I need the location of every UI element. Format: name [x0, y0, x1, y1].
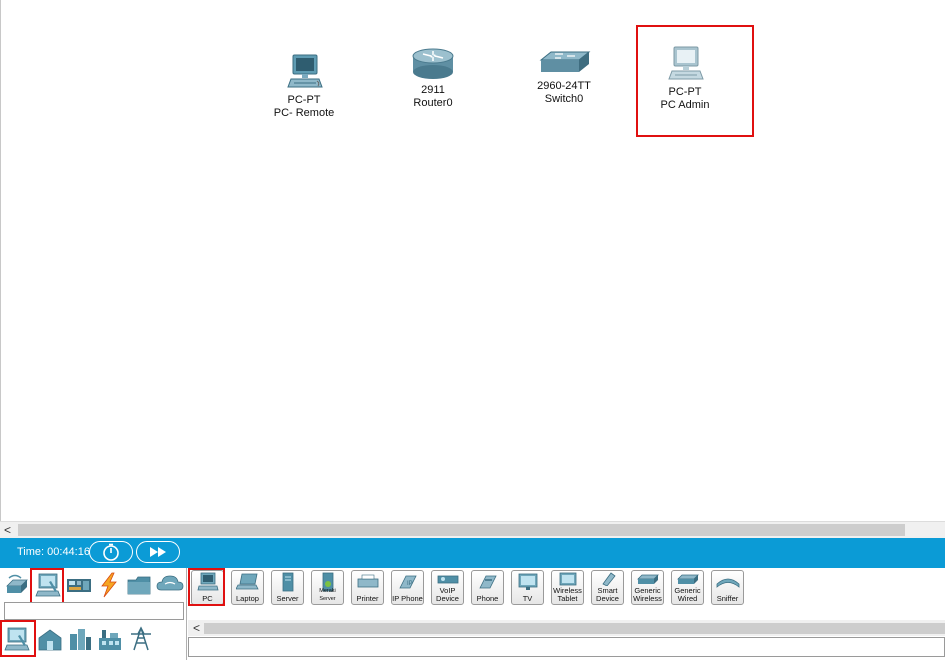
- subcategory-selection-highlight: [0, 620, 36, 657]
- scroll-left-icon[interactable]: <: [193, 620, 200, 636]
- laptop-icon: [235, 573, 259, 590]
- device-pc-remote[interactable]: PC-PT PC- Remote: [269, 52, 339, 120]
- category-components[interactable]: [66, 572, 92, 598]
- svg-text:IP: IP: [407, 581, 413, 587]
- device-type-generic-wired[interactable]: Generic Wired: [671, 570, 704, 605]
- device-type-label: Smart Device: [596, 586, 619, 603]
- connections-icon: [101, 572, 117, 598]
- fast-forward-button[interactable]: [136, 541, 180, 563]
- device-type-label: Server: [276, 594, 299, 603]
- generic-wireless-icon: [636, 574, 659, 584]
- subcategory-smart-city[interactable]: [67, 626, 93, 652]
- components-icon: [67, 579, 91, 592]
- device-switch0[interactable]: 2960-24TT Switch0: [531, 50, 597, 106]
- home-icon: [38, 629, 62, 651]
- phone-icon: [478, 575, 497, 589]
- power-grid-icon: [131, 626, 151, 651]
- device-model-label: PC-PT: [287, 94, 321, 106]
- scrollbar-thumb[interactable]: [18, 524, 905, 536]
- network-devices-icon: [6, 574, 28, 593]
- device-type-label: Phone: [476, 594, 499, 603]
- device-type-voip-device[interactable]: VoIP Device: [431, 570, 464, 605]
- device-type-label: Wireless Tablet: [553, 586, 582, 603]
- sniffer-icon: [716, 578, 739, 588]
- device-name-label: Switch0: [544, 93, 584, 105]
- device-type-label: IP Phone: [392, 594, 423, 603]
- subcategory-power-grid[interactable]: [128, 626, 154, 652]
- subcategory-industrial[interactable]: [97, 626, 123, 652]
- device-type-server[interactable]: Server: [271, 570, 304, 605]
- voip-device-icon: [437, 575, 458, 584]
- miscellaneous-icon: [127, 576, 151, 595]
- device-selection-panel: PC Laptop Server Meraki Server Printer I…: [0, 568, 945, 660]
- device-type-wireless-tablet[interactable]: Wireless Tablet: [551, 570, 584, 605]
- device-model-label: 2911: [421, 84, 445, 96]
- category-connections[interactable]: [96, 572, 122, 598]
- device-type-label: Generic Wireless: [633, 586, 662, 603]
- device-palette-scrollbar[interactable]: <: [188, 620, 945, 636]
- realtime-bar: Time: 00:44:16: [0, 538, 945, 568]
- stopwatch-icon: [103, 543, 119, 561]
- server-icon: [282, 572, 293, 592]
- device-type-laptop[interactable]: Laptop: [231, 570, 264, 605]
- smart-device-icon: [601, 572, 616, 586]
- category-miscellaneous[interactable]: [126, 572, 152, 598]
- device-type-label: Printer: [356, 594, 379, 603]
- multiuser-icon: [156, 575, 184, 591]
- industrial-icon: [99, 630, 121, 650]
- device-type-label: Laptop: [236, 594, 259, 603]
- device-type-label: Meraki Server: [319, 588, 336, 602]
- device-type-label: TV: [522, 594, 533, 603]
- device-model-label: 2960-24TT: [537, 80, 591, 92]
- device-type-ip-phone[interactable]: IP IP Phone: [391, 570, 424, 605]
- selection-highlight: [636, 25, 754, 137]
- pc-icon: [287, 54, 323, 88]
- router-icon: [412, 48, 454, 79]
- device-type-meraki-server[interactable]: Meraki Server: [311, 570, 344, 605]
- device-search-field[interactable]: [4, 602, 184, 620]
- scroll-left-icon[interactable]: <: [4, 522, 11, 538]
- specific-device-list[interactable]: [188, 637, 945, 657]
- device-type-selection-highlight: [188, 568, 225, 606]
- category-selection-highlight: [30, 568, 64, 604]
- logical-workspace[interactable]: PC-PT PC- Remote 2911 Router0 2960-24TT …: [0, 0, 945, 521]
- subcategory-home[interactable]: [37, 626, 63, 652]
- tv-icon: [518, 573, 537, 590]
- device-name-label: Router0: [413, 97, 453, 109]
- device-router0[interactable]: 2911 Router0: [403, 46, 463, 110]
- workspace-horizontal-scrollbar[interactable]: <: [0, 521, 945, 538]
- device-type-sniffer[interactable]: Sniffer: [711, 570, 744, 605]
- switch-icon: [539, 51, 591, 72]
- simulation-time: Time: 00:44:16: [17, 546, 90, 558]
- device-name-label: PC- Remote: [273, 107, 335, 119]
- device-type-tv[interactable]: TV: [511, 570, 544, 605]
- panel-divider: [186, 568, 187, 660]
- device-type-label: Sniffer: [716, 594, 739, 603]
- fast-forward-icon: [150, 547, 166, 557]
- generic-wired-icon: [676, 574, 699, 584]
- device-type-label: VoIP Device: [436, 586, 459, 603]
- smart-city-icon: [70, 629, 91, 650]
- printer-icon: [357, 574, 378, 588]
- device-type-smart-device[interactable]: Smart Device: [591, 570, 624, 605]
- ip-phone-icon: IP: [398, 575, 417, 589]
- scrollbar-track[interactable]: [204, 623, 945, 634]
- device-type-phone[interactable]: Phone: [471, 570, 504, 605]
- device-type-label: Generic Wired: [674, 586, 701, 603]
- tablet-icon: [559, 572, 576, 586]
- power-cycle-button[interactable]: [89, 541, 133, 563]
- device-type-generic-wireless[interactable]: Generic Wireless: [631, 570, 664, 605]
- category-multiuser[interactable]: [156, 572, 184, 598]
- category-network-devices[interactable]: [4, 572, 30, 598]
- device-type-printer[interactable]: Printer: [351, 570, 384, 605]
